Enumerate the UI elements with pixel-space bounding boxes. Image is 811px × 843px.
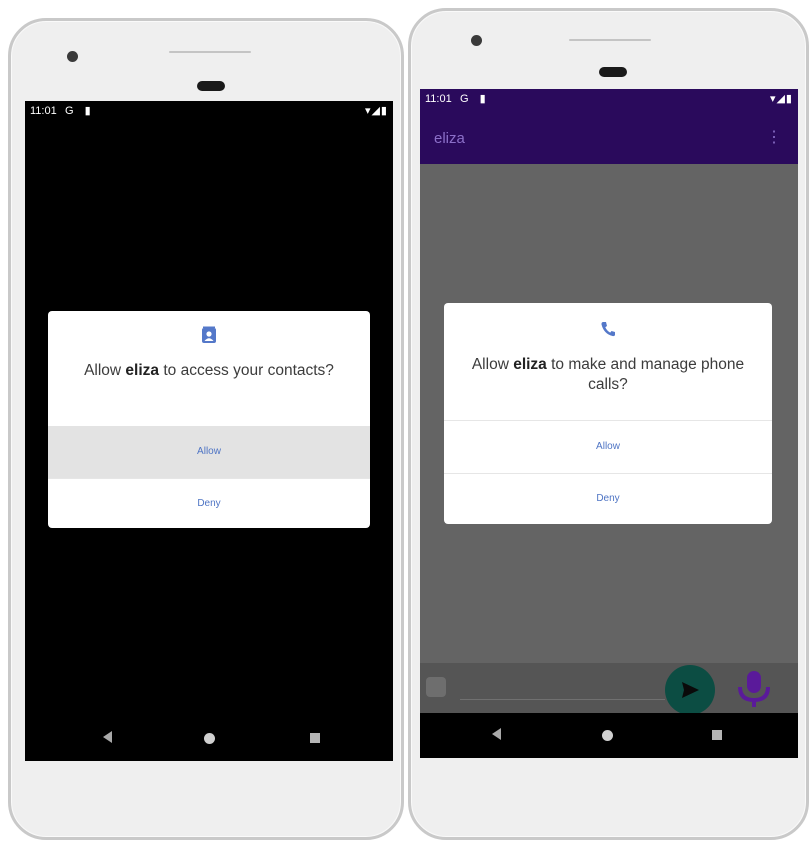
earpiece-speaker — [599, 67, 627, 77]
earpiece-speaker — [197, 81, 225, 91]
status-right-icons: ▾◢▮ — [769, 93, 793, 105]
recents-icon[interactable] — [712, 730, 722, 740]
back-icon[interactable] — [492, 728, 501, 740]
front-camera — [471, 35, 482, 46]
attach-icon[interactable] — [426, 677, 446, 697]
send-icon — [682, 682, 699, 698]
app-name: eliza — [125, 362, 160, 379]
status-bar: 11:01 G ▮ ▾◢▮ — [25, 101, 393, 123]
screen-right: eliza ⋮ 11:01 G ▮ ▾◢▮ Allow eliza to mak… — [420, 89, 798, 758]
home-icon[interactable] — [602, 730, 613, 741]
permission-dialog-contacts: Allow eliza to access your contacts? All… — [48, 311, 370, 528]
status-left-icons: G ▮ — [460, 93, 490, 105]
navigation-bar — [25, 716, 393, 761]
status-left-icons: G ▮ — [65, 105, 95, 117]
send-button[interactable] — [665, 665, 715, 715]
allow-button[interactable]: Allow — [48, 426, 370, 478]
contacts-icon — [202, 326, 216, 343]
recents-icon[interactable] — [310, 733, 320, 743]
back-icon[interactable] — [103, 731, 112, 743]
earpiece-grill — [569, 39, 651, 41]
app-name: eliza — [513, 356, 547, 373]
dialog-message: Allow eliza to make and manage phone cal… — [471, 356, 745, 393]
phone-icon — [601, 322, 615, 337]
message-input-bar — [420, 663, 798, 715]
microphone-icon[interactable] — [732, 667, 776, 711]
deny-button[interactable]: Deny — [48, 479, 370, 528]
phone-device-right: eliza ⋮ 11:01 G ▮ ▾◢▮ Allow eliza to mak… — [408, 8, 809, 840]
screen-left: 11:01 G ▮ ▾◢▮ Allow eliza to access your… — [25, 101, 393, 761]
status-right-icons: ▾◢▮ — [364, 105, 388, 117]
app-title: eliza — [434, 130, 465, 147]
overflow-menu-icon[interactable]: ⋮ — [766, 127, 782, 147]
front-camera — [67, 51, 78, 62]
allow-button[interactable]: Allow — [444, 421, 772, 473]
phone-device-left: 11:01 G ▮ ▾◢▮ Allow eliza to access your… — [8, 18, 404, 840]
permission-dialog-phone: Allow eliza to make and manage phone cal… — [444, 303, 772, 524]
deny-button[interactable]: Deny — [444, 474, 772, 524]
navigation-bar — [420, 713, 798, 758]
home-icon[interactable] — [204, 733, 215, 744]
earpiece-grill — [169, 51, 251, 53]
status-time: 11:01 — [30, 105, 57, 117]
message-input[interactable] — [460, 699, 665, 700]
status-time: 11:01 — [425, 93, 452, 105]
status-bar: 11:01 G ▮ ▾◢▮ — [420, 89, 798, 111]
dialog-message: Allow eliza to access your contacts? — [84, 362, 334, 379]
